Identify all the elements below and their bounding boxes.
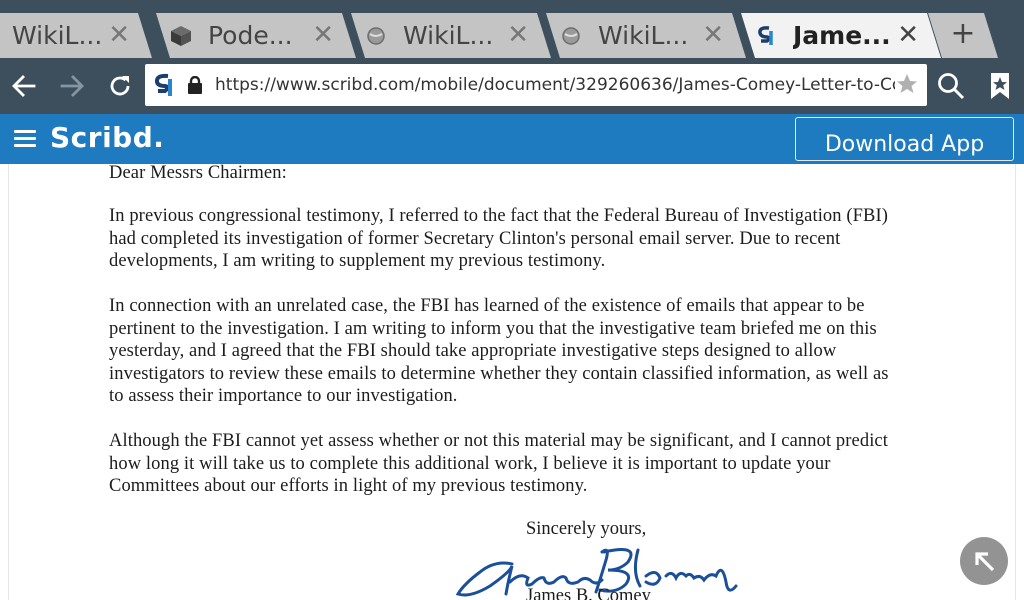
reload-button[interactable]: [102, 68, 138, 104]
scribd-header: Scribd. Download App: [0, 114, 1024, 164]
close-icon[interactable]: ✕: [108, 21, 130, 49]
letter-signer: James B. Comey: [526, 586, 651, 600]
tab-title: WikiL...: [598, 21, 689, 50]
letter-paragraph: Although the FBI cannot yet assess wheth…: [109, 431, 888, 496]
tab-title: WikiL...: [403, 21, 494, 50]
scroll-to-top-button[interactable]: [960, 537, 1008, 585]
globe-icon: [562, 26, 580, 45]
tab-title: Jame...: [793, 21, 891, 50]
close-icon[interactable]: ✕: [897, 21, 919, 49]
tab-title: WikiL...: [12, 21, 103, 50]
browser-toolbar: https://www.scribd.com/mobile/document/3…: [0, 58, 1024, 114]
tab-title: Pode...: [208, 21, 293, 50]
url-text[interactable]: https://www.scribd.com/mobile/document/3…: [215, 75, 895, 95]
letter-paragraph: In connection with an unrelated case, th…: [109, 296, 889, 406]
document-viewer[interactable]: Dear Messrs Chairmen: In previous congre…: [0, 164, 1024, 600]
download-app-button[interactable]: Download App: [795, 117, 1014, 161]
scribd-logo[interactable]: Scribd.: [50, 121, 164, 154]
tab-podesta[interactable]: Pode... ✕: [156, 13, 356, 58]
page-edge-right: [1015, 164, 1016, 600]
letter-closing: Sincerely yours,: [526, 519, 647, 539]
forward-button[interactable]: [54, 68, 90, 104]
star-icon[interactable]: [895, 72, 919, 96]
arrow-right-icon: [60, 75, 84, 97]
tab-wikileaks-3[interactable]: WikiL... ✕: [546, 13, 746, 58]
cube-icon: [171, 25, 191, 46]
reload-icon: [110, 76, 130, 96]
close-icon[interactable]: ✕: [312, 21, 334, 49]
close-icon[interactable]: ✕: [702, 21, 724, 49]
letter-salutation: Dear Messrs Chairmen:: [109, 164, 287, 183]
tab-wikileaks-1[interactable]: WikiL... ✕: [0, 13, 152, 58]
lock-icon: [188, 76, 202, 94]
bookmarks-button[interactable]: [982, 68, 1018, 104]
search-icon: [938, 73, 965, 100]
globe-icon: [367, 26, 385, 45]
tab-wikileaks-2[interactable]: WikiL... ✕: [351, 13, 551, 58]
tab-james-comey[interactable]: Jame... ✕: [741, 13, 941, 58]
back-button[interactable]: [6, 68, 42, 104]
scribd-icon: [758, 25, 773, 45]
letter-paragraph: In previous congressional testimony, I r…: [109, 206, 888, 271]
arrow-up-left-icon: [975, 552, 995, 572]
bookmark-star-icon: [991, 73, 1009, 99]
close-icon[interactable]: ✕: [507, 21, 529, 49]
search-button[interactable]: [933, 68, 969, 104]
scribd-icon: [154, 73, 172, 96]
arrow-left-icon: [12, 75, 36, 97]
menu-icon[interactable]: [14, 130, 36, 148]
address-bar[interactable]: https://www.scribd.com/mobile/document/3…: [145, 64, 927, 106]
page-edge-left: [8, 164, 9, 600]
tab-strip: WikiL... ✕ Pode... ✕ WikiL... ✕ WikiL...…: [0, 0, 1024, 58]
